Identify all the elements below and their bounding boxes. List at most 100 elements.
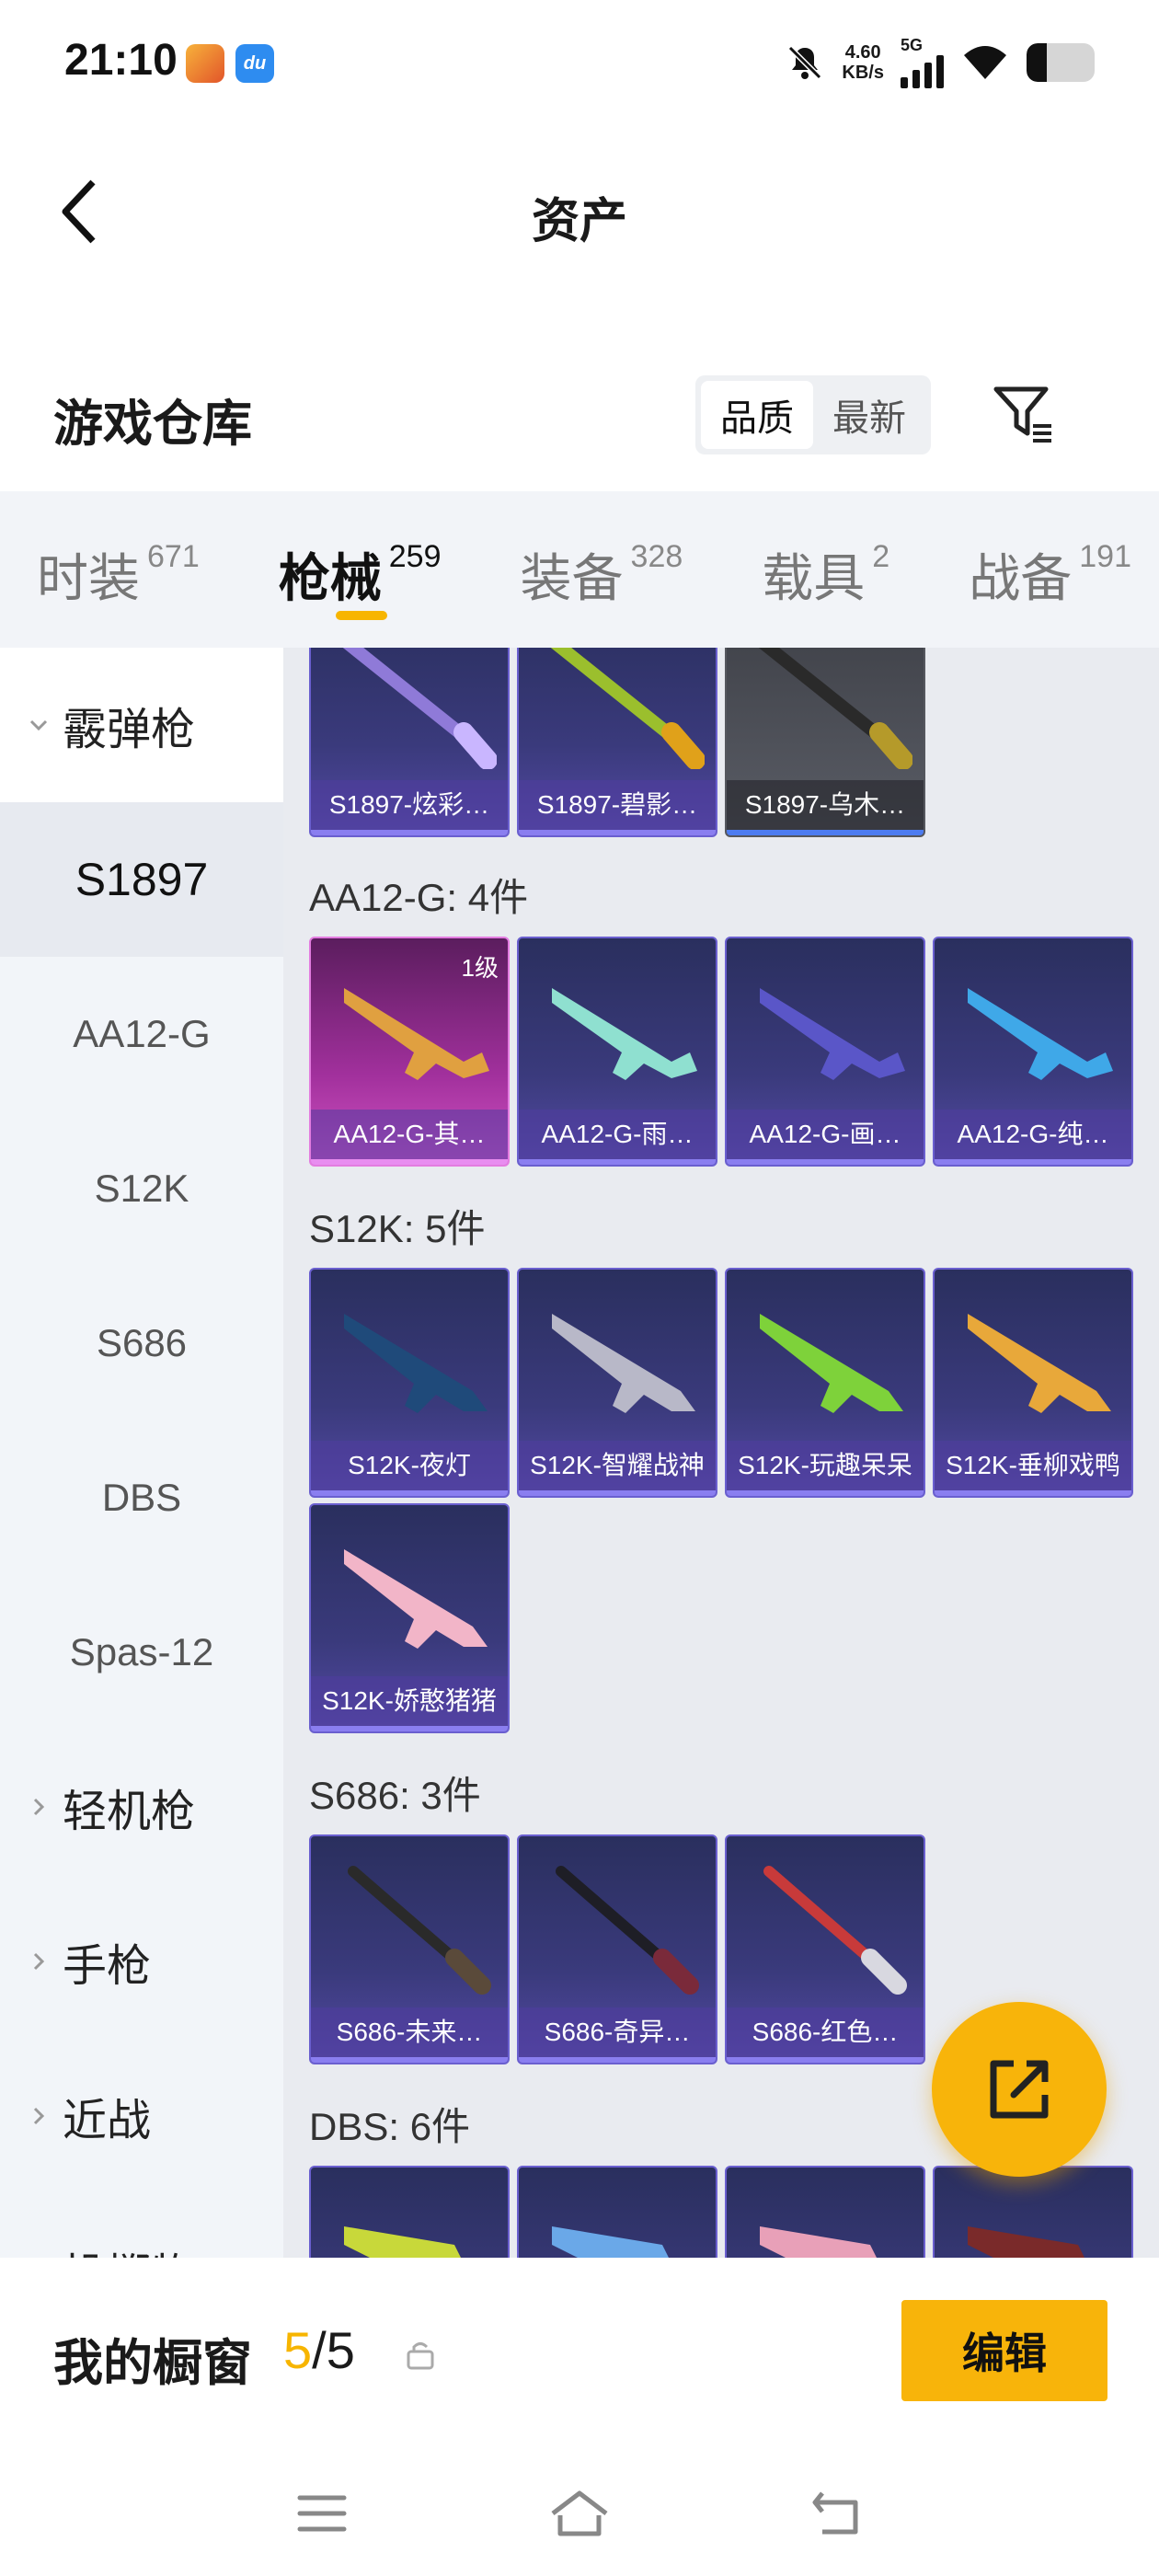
rifle-icon — [760, 988, 905, 1080]
weapon-card[interactable]: S686-未来… — [309, 1834, 510, 2064]
showcase-count: 5/5 — [283, 2320, 355, 2380]
sidebar-item-spas12[interactable]: Spas-12 — [0, 1575, 283, 1730]
tab-weapons[interactable]: 枪械 259 — [279, 491, 442, 648]
weapon-card[interactable] — [517, 2166, 717, 2258]
sidebar-item-dbs[interactable]: DBS — [0, 1420, 283, 1575]
card-name: S12K-娇憨猪猪 — [311, 1676, 508, 1726]
sort-toggle: 品质 最新 — [695, 375, 931, 454]
speed-value: 4.60 — [844, 42, 881, 63]
weapon-card[interactable]: S12K-玩趣呆呆 — [725, 1268, 925, 1498]
card-name: AA12-G-画… — [727, 1110, 924, 1159]
rifle-icon — [968, 1314, 1111, 1413]
weapon-card[interactable]: S1897-碧影… — [517, 648, 717, 837]
sidebar-item-aa12g[interactable]: AA12-G — [0, 957, 283, 1111]
return-icon — [812, 2491, 858, 2535]
rifle-icon — [552, 988, 697, 1080]
filter-button[interactable] — [986, 377, 1060, 451]
tab-equipment[interactable]: 装备 328 — [521, 491, 683, 648]
shotgun-icon — [344, 2226, 461, 2258]
menu-nav-button[interactable] — [285, 2477, 359, 2550]
sidebar-group-label: 霰弹枪 — [63, 706, 196, 754]
sidebar-group-shotgun[interactable]: 霰弹枪 — [0, 648, 283, 802]
sidebar-group-label: 近战 — [63, 2097, 152, 2145]
sidebar-item-s1897[interactable]: S1897 — [0, 802, 283, 957]
shotgun-icon — [552, 2226, 669, 2258]
sidebar-group-lmg[interactable]: 轻机枪 — [0, 1730, 283, 1884]
weapon-card[interactable]: S1897-乌木… — [725, 648, 925, 837]
tab-count: 2 — [872, 539, 890, 574]
signal-bars-icon — [901, 53, 944, 88]
weapon-card[interactable]: AA12-G-雨… — [517, 937, 717, 1167]
count-current: 5 — [283, 2321, 313, 2379]
category-heading: AA12-G: 4件 — [309, 876, 529, 919]
weapon-card[interactable]: S12K-垂柳戏鸭 — [933, 1268, 1133, 1498]
weapon-card[interactable]: 1级 AA12-G-其… — [309, 937, 510, 1167]
baidu-notification-icon: du — [235, 44, 274, 83]
weapon-card[interactable]: S686-奇异… — [517, 1834, 717, 2064]
card-name: S686-未来… — [311, 2007, 508, 2057]
category-heading: DBS: 6件 — [309, 2105, 471, 2148]
edit-showcase-button[interactable]: 编辑 — [901, 2300, 1107, 2401]
wifi-icon — [964, 46, 1006, 79]
weapon-card[interactable]: AA12-G-纯… — [933, 937, 1133, 1167]
weapon-card[interactable] — [309, 2166, 510, 2258]
card-name: S1897-碧影… — [519, 780, 716, 830]
tab-count: 191 — [1079, 539, 1131, 574]
tab-fashion[interactable]: 时装 671 — [37, 491, 200, 648]
double-barrel-icon — [763, 1866, 907, 1995]
page-title: 资产 — [531, 195, 627, 248]
sort-quality-button[interactable]: 品质 — [701, 381, 813, 449]
status-bar: 21:10 du 4.60 KB/s 5G — [0, 0, 1159, 129]
warehouse-section-header: 游戏仓库 品质 最新 — [0, 350, 1159, 488]
back-nav-button[interactable] — [800, 2477, 874, 2550]
tab-vehicles[interactable]: 载具 2 — [762, 491, 889, 648]
weapon-card[interactable]: S12K-智耀战神 — [517, 1268, 717, 1498]
weapon-card[interactable]: S686-红色… — [725, 1834, 925, 2064]
category-heading: S12K: 5件 — [309, 1207, 486, 1250]
double-barrel-icon — [348, 1866, 491, 1995]
showcase-bar: 我的橱窗 5/5 编辑 — [0, 2260, 1159, 2444]
sidebar-group-label: 轻机枪 — [63, 1788, 196, 1836]
rifle-icon — [344, 1314, 488, 1413]
share-button[interactable] — [932, 2002, 1107, 2177]
rifle-icon — [760, 1314, 903, 1413]
system-nav-bar — [0, 2444, 1159, 2576]
sort-latest-button[interactable]: 最新 — [813, 381, 925, 449]
card-name: AA12-G-其… — [311, 1110, 508, 1159]
weapon-card[interactable]: AA12-G-画… — [725, 937, 925, 1167]
tab-label: 载具 — [762, 549, 866, 607]
showcase-label: 我的橱窗 — [53, 2336, 252, 2391]
weapon-card[interactable]: S1897-炫彩… — [309, 648, 510, 837]
weapon-card[interactable]: S12K-娇憨猪猪 — [309, 1503, 510, 1733]
tab-label: 枪械 — [278, 549, 382, 607]
card-name: S686-奇异… — [519, 2007, 716, 2057]
sidebar-group-melee[interactable]: 近战 — [0, 2039, 283, 2193]
rifle-icon — [344, 988, 489, 1080]
rifle-icon — [344, 1549, 488, 1649]
sidebar-item-s686[interactable]: S686 — [0, 1266, 283, 1420]
card-name: S1897-乌木… — [727, 780, 924, 830]
tab-supplies[interactable]: 战备 191 — [969, 491, 1131, 648]
lock-icon — [407, 2342, 434, 2370]
tab-label: 战备 — [969, 549, 1073, 607]
weapon-card[interactable]: S12K-夜灯 — [309, 1268, 510, 1498]
double-barrel-icon — [556, 1866, 699, 1995]
sidebar-item-s12k[interactable]: S12K — [0, 1111, 283, 1266]
home-nav-button[interactable] — [543, 2477, 616, 2550]
sidebar-group-label: 手枪 — [63, 1942, 152, 1991]
sidebar-group-pistol[interactable]: 手枪 — [0, 1884, 283, 2039]
shotgun-icon — [342, 648, 497, 769]
card-name: S12K-垂柳戏鸭 — [935, 1441, 1131, 1490]
chevron-right-icon — [28, 2105, 50, 2127]
weapon-card[interactable] — [933, 2166, 1133, 2258]
weapon-card[interactable] — [725, 2166, 925, 2258]
cell-signal: 5G — [901, 37, 944, 88]
status-time: 21:10 — [64, 36, 178, 85]
mute-bell-icon — [788, 45, 822, 80]
count-total: 5 — [326, 2321, 355, 2379]
sidebar-group-throwables[interactable]: 投掷物 — [0, 2193, 283, 2258]
card-name: S12K-玩趣呆呆 — [727, 1441, 924, 1490]
card-name: S1897-炫彩… — [311, 780, 508, 830]
chevron-down-icon — [28, 714, 50, 736]
card-name: S686-红色… — [727, 2007, 924, 2057]
